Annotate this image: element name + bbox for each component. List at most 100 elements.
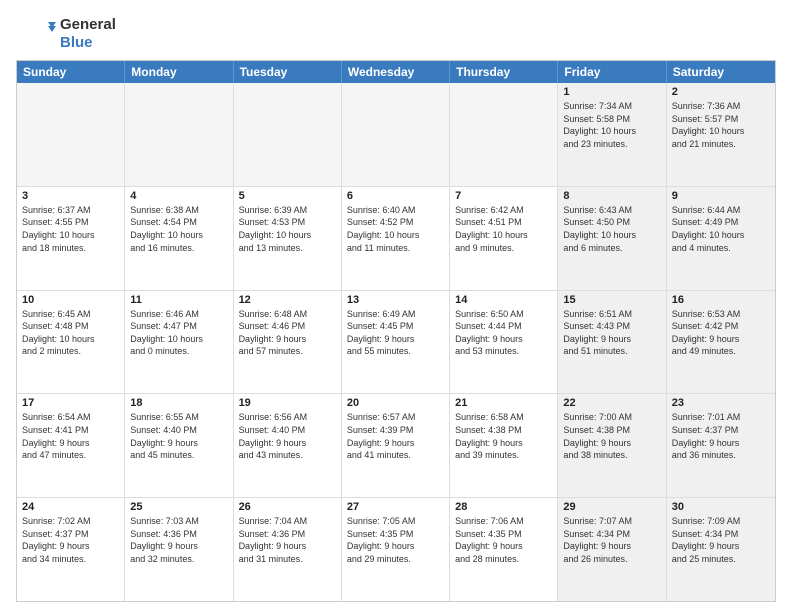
day-cell-15: 15Sunrise: 6:51 AM Sunset: 4:43 PM Dayli…: [558, 291, 666, 394]
day-number: 27: [347, 501, 444, 513]
day-number: 3: [22, 190, 119, 202]
day-number: 7: [455, 190, 552, 202]
cell-info: Sunrise: 6:46 AM Sunset: 4:47 PM Dayligh…: [130, 308, 227, 358]
day-cell-23: 23 Sunrise: 7:01 AM Sunset: 4:37 PM Dayli…: [667, 394, 775, 497]
day-cell-16: 16 Sunrise: 6:53 AM Sunset: 4:42 PM Dayli…: [667, 291, 775, 394]
cell-info: Sunrise: 6:37 AM Sunset: 4:55 PM Dayligh…: [22, 204, 119, 254]
day-cell-26: 26Sunrise: 7:04 AM Sunset: 4:36 PM Dayli…: [234, 498, 342, 601]
day-number: 23: [672, 397, 770, 409]
page: General Blue SundayMondayTuesdayWednesda…: [0, 0, 792, 612]
cell-info: Sunrise: 6:54 AM Sunset: 4:41 PM Dayligh…: [22, 411, 119, 461]
day-cell-24: 24 Sunrise: 7:02 AM Sunset: 4:37 PM Dayli…: [17, 498, 125, 601]
day-cell-12: 12 Sunrise: 6:48 AM Sunset: 4:46 PM Dayli…: [234, 291, 342, 394]
calendar: SundayMondayTuesdayWednesdayThursdayFrid…: [16, 60, 776, 602]
day-number: 13: [347, 294, 444, 306]
day-cell-21: 21 Sunrise: 6:58 AM Sunset: 4:38 PM Dayli…: [450, 394, 558, 497]
day-number: 30: [672, 501, 770, 513]
day-number: 16: [672, 294, 770, 306]
day-cell-6: 6 Sunrise: 6:40 AM Sunset: 4:52 PM Daylig…: [342, 187, 450, 290]
header-day-monday: Monday: [125, 61, 233, 83]
cell-info: Sunrise: 7:02 AM Sunset: 4:37 PM Dayligh…: [22, 515, 119, 565]
day-cell-9: 9 Sunrise: 6:44 AM Sunset: 4:49 PM Daylig…: [667, 187, 775, 290]
cell-info: Sunrise: 7:03 AM Sunset: 4:36 PM Dayligh…: [130, 515, 227, 565]
cell-info: Sunrise: 6:40 AM Sunset: 4:52 PM Dayligh…: [347, 204, 444, 254]
empty-cell: [450, 83, 558, 186]
day-cell-20: 20Sunrise: 6:57 AM Sunset: 4:39 PM Dayli…: [342, 394, 450, 497]
day-cell-18: 18 Sunrise: 6:55 AM Sunset: 4:40 PM Dayli…: [125, 394, 233, 497]
empty-cell: [234, 83, 342, 186]
cell-info: Sunrise: 7:06 AM Sunset: 4:35 PM Dayligh…: [455, 515, 552, 565]
day-cell-3: 3 Sunrise: 6:37 AM Sunset: 4:55 PM Daylig…: [17, 187, 125, 290]
day-number: 19: [239, 397, 336, 409]
day-number: 1: [563, 86, 660, 98]
empty-cell: [125, 83, 233, 186]
cell-info: Sunrise: 6:38 AM Sunset: 4:54 PM Dayligh…: [130, 204, 227, 254]
header-day-tuesday: Tuesday: [234, 61, 342, 83]
day-cell-11: 11 Sunrise: 6:46 AM Sunset: 4:47 PM Dayli…: [125, 291, 233, 394]
day-number: 24: [22, 501, 119, 513]
day-cell-13: 13 Sunrise: 6:49 AM Sunset: 4:45 PM Dayli…: [342, 291, 450, 394]
cell-info: Sunrise: 6:50 AM Sunset: 4:44 PM Dayligh…: [455, 308, 552, 358]
calendar-body: 1 Sunrise: 7:34 AM Sunset: 5:58 PM Daylig…: [17, 83, 775, 601]
day-cell-7: 7 Sunrise: 6:42 AM Sunset: 4:51 PM Daylig…: [450, 187, 558, 290]
logo-icon: [16, 20, 56, 50]
cell-info: Sunrise: 6:49 AM Sunset: 4:45 PM Dayligh…: [347, 308, 444, 358]
day-cell-25: 25Sunrise: 7:03 AM Sunset: 4:36 PM Dayli…: [125, 498, 233, 601]
day-number: 12: [239, 294, 336, 306]
cell-info: Sunrise: 6:56 AM Sunset: 4:40 PM Dayligh…: [239, 411, 336, 461]
day-number: 21: [455, 397, 552, 409]
calendar-row-4: 24 Sunrise: 7:02 AM Sunset: 4:37 PM Dayli…: [17, 497, 775, 601]
day-cell-14: 14 Sunrise: 6:50 AM Sunset: 4:44 PM Dayli…: [450, 291, 558, 394]
logo-blue: Blue: [60, 34, 116, 52]
cell-info: Sunrise: 6:58 AM Sunset: 4:38 PM Dayligh…: [455, 411, 552, 461]
calendar-row-0: 1 Sunrise: 7:34 AM Sunset: 5:58 PM Daylig…: [17, 83, 775, 186]
day-cell-8: 8 Sunrise: 6:43 AM Sunset: 4:50 PM Daylig…: [558, 187, 666, 290]
day-cell-19: 19 Sunrise: 6:56 AM Sunset: 4:40 PM Dayli…: [234, 394, 342, 497]
logo-general: General: [60, 16, 116, 34]
day-number: 8: [563, 190, 660, 202]
calendar-row-3: 17 Sunrise: 6:54 AM Sunset: 4:41 PM Dayli…: [17, 393, 775, 497]
day-number: 29: [563, 501, 660, 513]
day-number: 9: [672, 190, 770, 202]
day-cell-5: 5 Sunrise: 6:39 AM Sunset: 4:53 PM Daylig…: [234, 187, 342, 290]
day-number: 17: [22, 397, 119, 409]
day-number: 11: [130, 294, 227, 306]
calendar-header: SundayMondayTuesdayWednesdayThursdayFrid…: [17, 61, 775, 83]
day-number: 14: [455, 294, 552, 306]
cell-info: Sunrise: 6:39 AM Sunset: 4:53 PM Dayligh…: [239, 204, 336, 254]
day-number: 28: [455, 501, 552, 513]
cell-info: Sunrise: 6:42 AM Sunset: 4:51 PM Dayligh…: [455, 204, 552, 254]
day-number: 10: [22, 294, 119, 306]
cell-info: Sunrise: 7:07 AM Sunset: 4:34 PM Dayligh…: [563, 515, 660, 565]
day-cell-29: 29 Sunrise: 7:07 AM Sunset: 4:34 PM Dayli…: [558, 498, 666, 601]
cell-info: Sunrise: 6:55 AM Sunset: 4:40 PM Dayligh…: [130, 411, 227, 461]
day-number: 5: [239, 190, 336, 202]
day-number: 26: [239, 501, 336, 513]
header: General Blue: [16, 12, 776, 52]
cell-info: Sunrise: 7:36 AM Sunset: 5:57 PM Dayligh…: [672, 100, 770, 150]
day-number: 6: [347, 190, 444, 202]
cell-info: Sunrise: 7:01 AM Sunset: 4:37 PM Dayligh…: [672, 411, 770, 461]
cell-info: Sunrise: 6:53 AM Sunset: 4:42 PM Dayligh…: [672, 308, 770, 358]
header-day-saturday: Saturday: [667, 61, 775, 83]
cell-info: Sunrise: 7:05 AM Sunset: 4:35 PM Dayligh…: [347, 515, 444, 565]
day-number: 18: [130, 397, 227, 409]
cell-info: Sunrise: 6:44 AM Sunset: 4:49 PM Dayligh…: [672, 204, 770, 254]
empty-cell: [17, 83, 125, 186]
day-number: 2: [672, 86, 770, 98]
day-cell-28: 28 Sunrise: 7:06 AM Sunset: 4:35 PM Dayli…: [450, 498, 558, 601]
day-cell-2: 2 Sunrise: 7:36 AM Sunset: 5:57 PM Daylig…: [667, 83, 775, 186]
day-number: 22: [563, 397, 660, 409]
cell-info: Sunrise: 6:43 AM Sunset: 4:50 PM Dayligh…: [563, 204, 660, 254]
cell-info: Sunrise: 6:45 AM Sunset: 4:48 PM Dayligh…: [22, 308, 119, 358]
day-number: 4: [130, 190, 227, 202]
day-cell-30: 30Sunrise: 7:09 AM Sunset: 4:34 PM Dayli…: [667, 498, 775, 601]
calendar-row-2: 10 Sunrise: 6:45 AM Sunset: 4:48 PM Dayli…: [17, 290, 775, 394]
cell-info: Sunrise: 6:48 AM Sunset: 4:46 PM Dayligh…: [239, 308, 336, 358]
header-day-wednesday: Wednesday: [342, 61, 450, 83]
cell-info: Sunrise: 6:51 AM Sunset: 4:43 PM Dayligh…: [563, 308, 660, 358]
day-cell-10: 10 Sunrise: 6:45 AM Sunset: 4:48 PM Dayli…: [17, 291, 125, 394]
logo: General Blue: [16, 16, 116, 52]
cell-info: Sunrise: 7:34 AM Sunset: 5:58 PM Dayligh…: [563, 100, 660, 150]
header-day-sunday: Sunday: [17, 61, 125, 83]
